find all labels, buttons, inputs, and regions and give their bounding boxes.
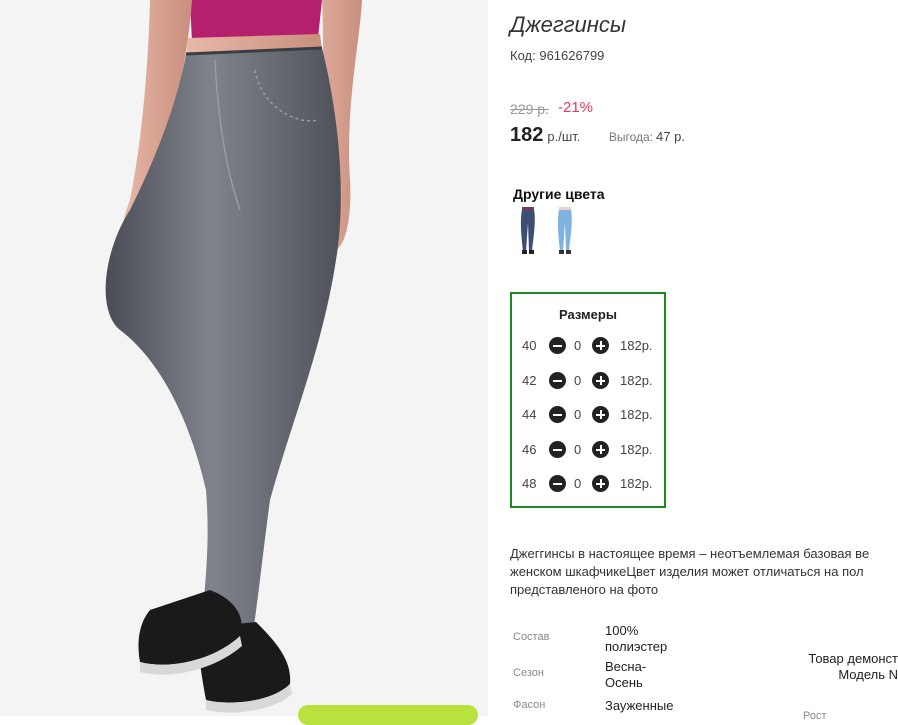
quantity-value: 0 — [574, 407, 582, 422]
size-row-44: 44 0 182р. — [512, 405, 664, 425]
size-label: 42 — [522, 373, 537, 388]
description-line: представленого на фото — [510, 582, 659, 597]
size-price: 182р. — [620, 476, 653, 491]
minus-circle-icon[interactable] — [549, 406, 566, 423]
jeggings-illustration — [105, 0, 362, 713]
minus-circle-icon[interactable] — [549, 441, 566, 458]
spec-label-fit: Фасон — [513, 699, 546, 711]
product-code: Код: 961626799 — [510, 48, 604, 63]
product-code-value: 961626799 — [539, 48, 605, 63]
description-line: женском шкафчикеЦвет изделия может отлич… — [510, 564, 864, 579]
old-price: 229 р. — [510, 101, 549, 117]
quantity-value: 0 — [574, 338, 582, 353]
color-swatch-light[interactable] — [549, 207, 579, 255]
quantity-value: 0 — [574, 373, 582, 388]
current-price: 182 — [510, 124, 544, 146]
size-row-48: 48 0 182р. — [512, 474, 664, 494]
size-label: 46 — [522, 442, 537, 457]
plus-circle-icon[interactable] — [592, 406, 609, 423]
model-note-line: Товар демонст — [808, 651, 898, 666]
size-row-40: 40 0 182р. — [512, 336, 664, 356]
quantity-value: 0 — [574, 442, 582, 457]
product-description: Джеггинсы в настоящее время – неотъемлем… — [510, 545, 898, 599]
sizes-panel: Размеры 40 0 182р. 42 0 182р. 44 0 182р.… — [510, 292, 666, 508]
other-colors-title: Другие цвета — [513, 186, 605, 202]
price-row: 182 р./шт. Выгода: 47 р. — [510, 124, 685, 147]
spec-label-composition: Состав — [513, 631, 550, 643]
color-swatch-dark[interactable] — [512, 207, 542, 255]
quantity-value: 0 — [574, 476, 582, 491]
benefit-label: Выгода: — [608, 130, 654, 144]
size-label: 48 — [522, 476, 537, 491]
jeggings-dark-thumbnail — [520, 207, 535, 254]
description-line: Джеггинсы в настоящее время – неотъемлем… — [510, 546, 870, 561]
benefit-value: 47 р. — [656, 129, 685, 144]
size-price: 182р. — [620, 407, 653, 422]
model-note-line: Модель N — [838, 667, 898, 682]
size-row-42: 42 0 182р. — [512, 371, 664, 391]
plus-circle-icon[interactable] — [592, 372, 609, 389]
discount-badge: -21% — [558, 99, 594, 116]
size-label: 44 — [522, 407, 537, 422]
size-label: 40 — [522, 338, 537, 353]
product-code-label: Код: — [510, 48, 536, 63]
spec-value-fit: Зауженные — [605, 698, 674, 713]
add-to-cart-button[interactable] — [298, 705, 478, 725]
plus-circle-icon[interactable] — [592, 337, 609, 354]
model-height-label: Рост — [803, 710, 827, 722]
product-title: Джеггинсы — [510, 12, 627, 37]
spec-value-composition: 100% полиэстер — [605, 623, 668, 654]
jeggings-light-thumbnail — [557, 207, 572, 254]
size-price: 182р. — [620, 338, 653, 353]
spec-value-season: Весна-Осень — [605, 659, 647, 690]
spec-label-season: Сезон — [513, 667, 544, 679]
price-unit: р./шт. — [547, 129, 581, 144]
minus-circle-icon[interactable] — [549, 475, 566, 492]
size-row-46: 46 0 182р. — [512, 440, 664, 460]
minus-circle-icon[interactable] — [549, 337, 566, 354]
model-note: Товар демонст Модель N — [800, 651, 898, 683]
sizes-title: Размеры — [559, 307, 617, 322]
size-price: 182р. — [620, 373, 653, 388]
product-photo[interactable] — [0, 0, 488, 716]
plus-circle-icon[interactable] — [592, 441, 609, 458]
minus-circle-icon[interactable] — [549, 372, 566, 389]
size-price: 182р. — [620, 442, 653, 457]
plus-circle-icon[interactable] — [592, 475, 609, 492]
